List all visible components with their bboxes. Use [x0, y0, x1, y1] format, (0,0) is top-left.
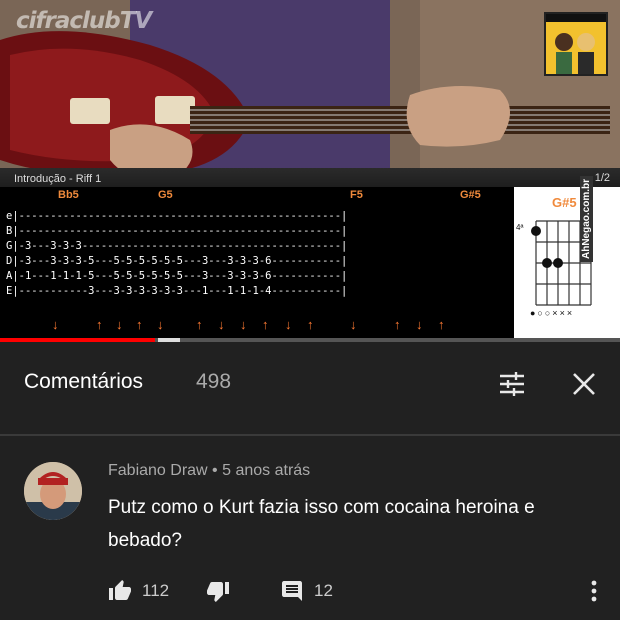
- tab-line: A|-1---1-1-1-5---5-5-5-5-5-5---3---3-3-3…: [6, 270, 348, 282]
- more-vert-icon[interactable]: [584, 576, 604, 606]
- cifraclub-logo: cifraclubTV: [16, 8, 152, 34]
- strum-arrow: ↑: [394, 317, 401, 332]
- tab-chord-header: G5: [158, 189, 173, 201]
- strum-arrow: ↓: [218, 317, 225, 332]
- comments-title: Comentários: [24, 370, 144, 393]
- strum-arrow: ↓: [350, 317, 357, 332]
- tab-line: E|-----------3---3-3-3-3-3-3---1---1-1-1…: [6, 285, 348, 297]
- tab-line: D|-3---3-3-3-5---5-5-5-5-5-5---3---3-3-3…: [6, 255, 348, 267]
- tab-line: e|--------------------------------------…: [6, 210, 348, 222]
- strum-arrow: ↑: [96, 317, 103, 332]
- strum-arrow: ↓: [157, 317, 164, 332]
- tab-chord-header: F5: [350, 189, 363, 201]
- chord-fret-label: 4ª: [516, 223, 524, 232]
- strum-arrow: ↑: [307, 317, 314, 332]
- comments-header: Comentários 498: [0, 342, 620, 434]
- strum-arrows: ↓ ↑ ↓ ↑ ↓ ↑ ↓ ↓ ↑ ↓ ↑ ↓ ↑ ↓ ↑: [0, 317, 514, 335]
- strum-arrow: ↓: [240, 317, 247, 332]
- strum-arrow: ↓: [116, 317, 123, 332]
- dislike-button[interactable]: [206, 576, 230, 606]
- like-count: 112: [142, 581, 170, 600]
- comment-actions: 112 12: [0, 576, 620, 612]
- tab-line: B|--------------------------------------…: [6, 225, 348, 237]
- comment-author[interactable]: Fabiano Draw: [108, 462, 208, 479]
- video-player[interactable]: cifraclubTV Introdução - Riff 1 1/2 Bb5 …: [0, 0, 620, 338]
- reply-button[interactable]: 12: [280, 576, 333, 606]
- chord-diagram: G#5 4ª ●○○×××: [514, 187, 620, 338]
- strum-arrow: ↓: [52, 317, 59, 332]
- strum-arrow: ↑: [136, 317, 143, 332]
- strum-arrow: ↑: [196, 317, 203, 332]
- page-indicator: 1/2: [594, 172, 610, 184]
- strum-arrow: ↑: [438, 317, 445, 332]
- tab-chord-header: Bb5: [58, 189, 79, 201]
- reply-count: 12: [314, 581, 333, 600]
- strum-arrow: ↓: [285, 317, 292, 332]
- tab-chord-header: G#5: [460, 189, 481, 201]
- thumbs-up-icon: [109, 580, 131, 600]
- close-icon[interactable]: [568, 368, 600, 400]
- tab-line: G|-3---3-3-3----------------------------…: [6, 240, 348, 252]
- tablature: Bb5 G5 F5 G#5 e|------------------------…: [0, 187, 514, 338]
- comment-text: Putz como o Kurt fazia isso com cocaina …: [108, 497, 535, 551]
- meta-separator: •: [207, 462, 223, 479]
- like-button[interactable]: 112: [108, 576, 169, 606]
- riff-label: Introdução - Riff 1: [14, 173, 102, 185]
- strum-arrow: ↑: [262, 317, 269, 332]
- watermark: AhNegao.com.br: [580, 175, 593, 262]
- comment-time: 5 anos atrás: [222, 462, 311, 479]
- comment-item: Fabiano Draw • 5 anos atrás Putz como o …: [0, 436, 620, 620]
- sort-filter-icon[interactable]: [496, 368, 528, 400]
- comment-meta: Fabiano Draw • 5 anos atrás: [108, 462, 310, 480]
- comment-icon: [282, 581, 302, 601]
- band-badge-image: [544, 12, 608, 76]
- comments-count: 498: [196, 370, 232, 393]
- strum-arrow: ↓: [416, 317, 423, 332]
- thumbs-down-icon: [207, 582, 229, 602]
- avatar[interactable]: [24, 462, 82, 520]
- tab-lines: e|--------------------------------------…: [6, 209, 347, 299]
- chord-string-marks: ●○○×××: [530, 308, 575, 318]
